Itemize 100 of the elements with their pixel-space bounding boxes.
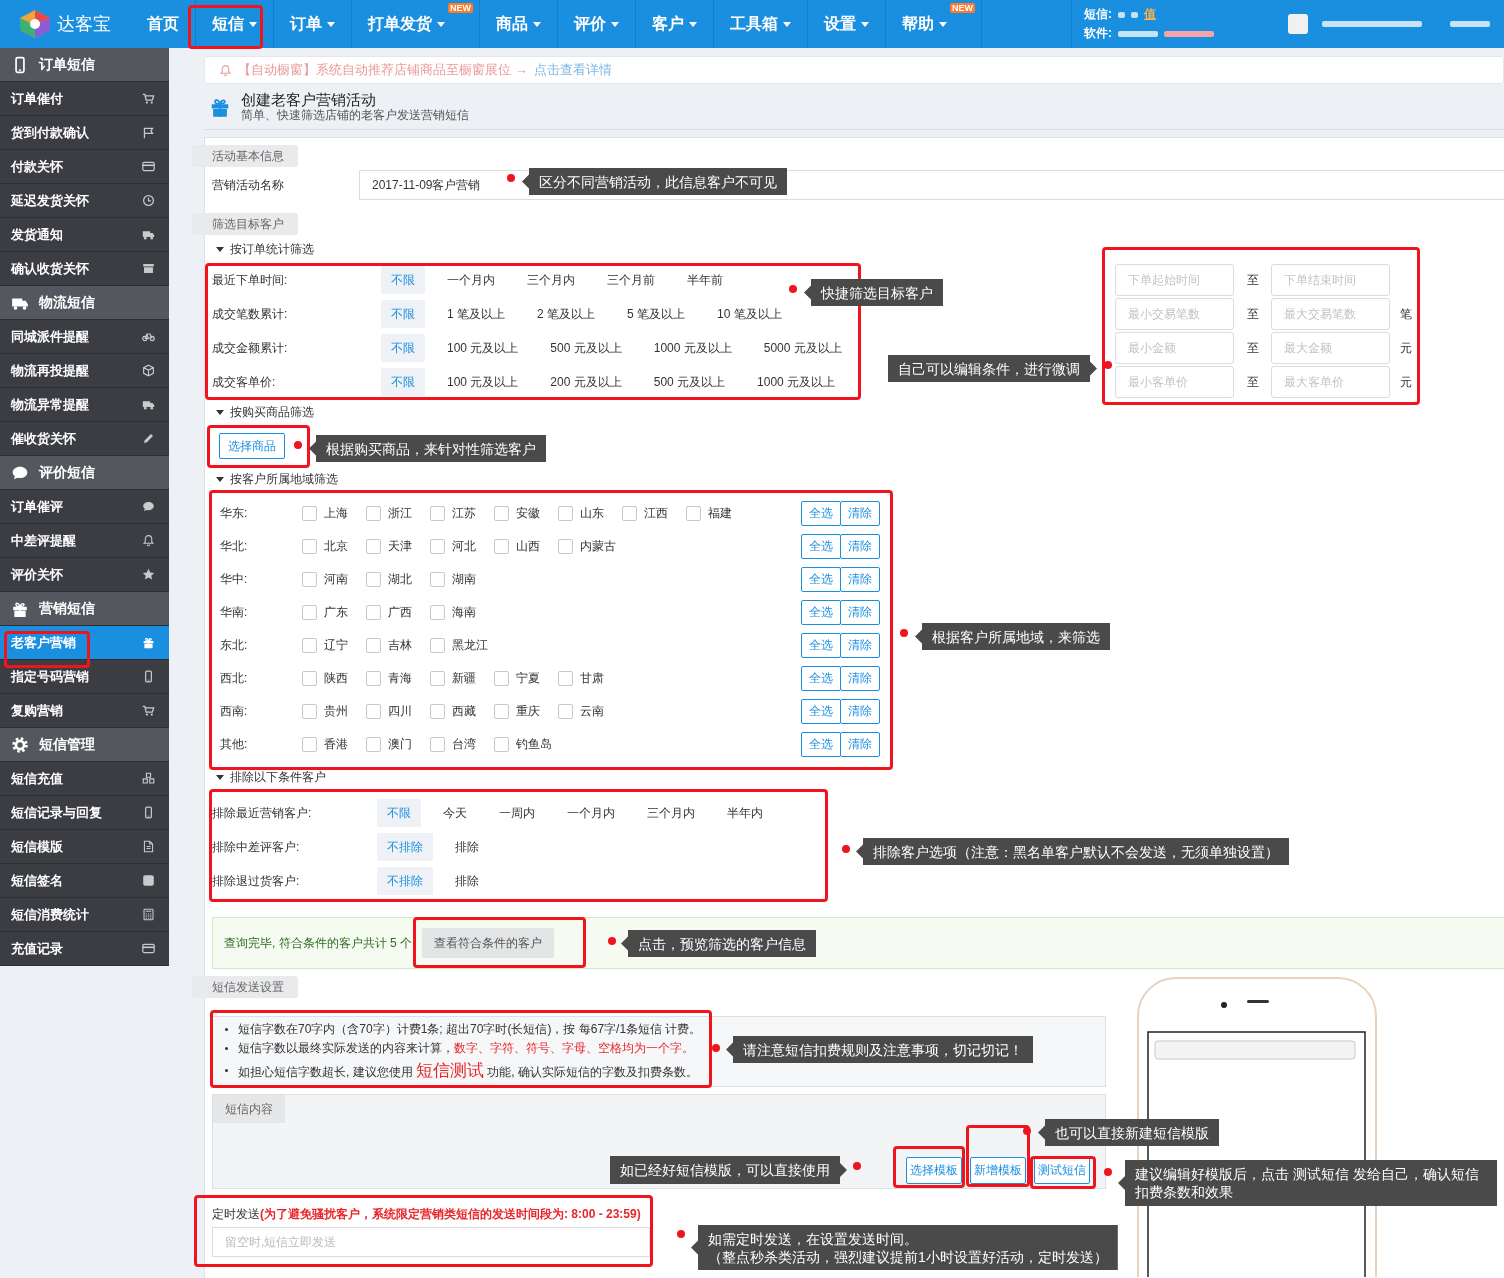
filter-option[interactable]: 200 元及以上 bbox=[540, 368, 632, 396]
checkbox[interactable] bbox=[622, 506, 637, 521]
filter-option[interactable]: 5000 元及以上 bbox=[753, 334, 852, 362]
filter-option[interactable]: 5 笔及以上 bbox=[617, 300, 696, 328]
range-field[interactable]: 最小客单价 bbox=[1115, 366, 1234, 398]
collapse-icon[interactable] bbox=[216, 409, 224, 415]
filter-option[interactable]: 排除 bbox=[445, 867, 489, 895]
checkbox[interactable] bbox=[302, 737, 317, 752]
template-button[interactable]: 选择模板 bbox=[906, 1157, 962, 1184]
sidebar-item[interactable]: 指定号码营销 bbox=[0, 660, 169, 694]
filter-option[interactable]: 排除 bbox=[445, 833, 489, 861]
checkbox[interactable] bbox=[558, 506, 573, 521]
select-all-button[interactable]: 全选 bbox=[801, 534, 841, 559]
collapse-icon[interactable] bbox=[216, 246, 224, 252]
checkbox[interactable] bbox=[302, 572, 317, 587]
filter-option[interactable]: 1000 元及以上 bbox=[747, 368, 846, 396]
range-field[interactable]: 最大交易笔数 bbox=[1271, 298, 1390, 330]
checkbox[interactable] bbox=[430, 704, 445, 719]
filter-option[interactable]: 100 元及以上 bbox=[437, 334, 529, 362]
checkbox[interactable] bbox=[430, 605, 445, 620]
range-field[interactable]: 最大金额 bbox=[1271, 332, 1390, 364]
checkbox[interactable] bbox=[302, 671, 317, 686]
sidebar-item[interactable]: 物流再投提醒 bbox=[0, 354, 169, 388]
sidebar-item[interactable]: 中差评提醒 bbox=[0, 524, 169, 558]
select-all-button[interactable]: 全选 bbox=[801, 567, 841, 592]
sidebar-item[interactable]: 确认收货关怀 bbox=[0, 252, 169, 286]
view-customers-button[interactable]: 查看符合条件的客户 bbox=[422, 928, 554, 958]
filter-option[interactable]: 一周内 bbox=[489, 799, 545, 827]
sidebar-item[interactable]: 发货通知 bbox=[0, 218, 169, 252]
checkbox[interactable] bbox=[430, 737, 445, 752]
filter-option[interactable]: 500 元及以上 bbox=[540, 334, 632, 362]
clear-button[interactable]: 清除 bbox=[840, 534, 880, 559]
checkbox[interactable] bbox=[302, 506, 317, 521]
filter-option[interactable]: 一个月内 bbox=[437, 266, 505, 294]
select-all-button[interactable]: 全选 bbox=[801, 666, 841, 691]
filter-option[interactable]: 100 元及以上 bbox=[437, 368, 529, 396]
sidebar-item[interactable]: 货到付款确认 bbox=[0, 116, 169, 150]
checkbox[interactable] bbox=[558, 671, 573, 686]
checkbox[interactable] bbox=[302, 539, 317, 554]
filter-option[interactable]: 1 笔及以上 bbox=[437, 300, 515, 328]
select-all-button[interactable]: 全选 bbox=[801, 633, 841, 658]
schedule-time-field[interactable]: 留空时,短信立即发送 bbox=[212, 1227, 650, 1257]
checkbox[interactable] bbox=[430, 671, 445, 686]
sidebar-item[interactable]: 物流异常提醒 bbox=[0, 388, 169, 422]
checkbox[interactable] bbox=[430, 638, 445, 653]
checkbox[interactable] bbox=[302, 605, 317, 620]
sidebar-item[interactable]: 付款关怀 bbox=[0, 150, 169, 184]
sidebar-item[interactable]: 充值记录 bbox=[0, 932, 169, 966]
filter-option[interactable]: 1000 元及以上 bbox=[643, 334, 742, 362]
checkbox[interactable] bbox=[494, 737, 509, 752]
checkbox[interactable] bbox=[494, 704, 509, 719]
sidebar-item[interactable]: 短信模版 bbox=[0, 830, 169, 864]
clear-button[interactable]: 清除 bbox=[840, 732, 880, 757]
select-all-button[interactable]: 全选 bbox=[801, 501, 841, 526]
template-button[interactable]: 新增模板 bbox=[970, 1157, 1026, 1184]
filter-option[interactable]: 三个月内 bbox=[637, 799, 705, 827]
checkbox[interactable] bbox=[366, 539, 381, 554]
sidebar-item[interactable]: 短信签名 bbox=[0, 864, 169, 898]
sidebar-item[interactable]: 短信消费统计 bbox=[0, 898, 169, 932]
clear-button[interactable]: 清除 bbox=[840, 600, 880, 625]
checkbox[interactable] bbox=[686, 506, 701, 521]
checkbox[interactable] bbox=[558, 704, 573, 719]
select-products-button[interactable]: 选择商品 bbox=[219, 433, 285, 459]
checkbox[interactable] bbox=[494, 671, 509, 686]
clear-button[interactable]: 清除 bbox=[840, 699, 880, 724]
clear-button[interactable]: 清除 bbox=[840, 501, 880, 526]
range-field[interactable]: 最小金额 bbox=[1115, 332, 1234, 364]
sidebar-item[interactable]: 复购营销 bbox=[0, 694, 169, 728]
checkbox[interactable] bbox=[558, 539, 573, 554]
sidebar-item[interactable]: 订单催付 bbox=[0, 82, 169, 116]
checkbox[interactable] bbox=[366, 605, 381, 620]
clear-button[interactable]: 清除 bbox=[840, 567, 880, 592]
collapse-icon[interactable] bbox=[216, 774, 224, 780]
checkbox[interactable] bbox=[430, 572, 445, 587]
checkbox[interactable] bbox=[430, 506, 445, 521]
range-field[interactable]: 最小交易笔数 bbox=[1115, 298, 1234, 330]
checkbox[interactable] bbox=[366, 638, 381, 653]
sidebar-item[interactable]: 短信充值 bbox=[0, 762, 169, 796]
filter-option[interactable]: 三个月内 bbox=[517, 266, 585, 294]
sidebar-item[interactable]: 催收货关怀 bbox=[0, 422, 169, 456]
collapse-icon[interactable] bbox=[216, 476, 224, 482]
checkbox[interactable] bbox=[430, 539, 445, 554]
select-all-button[interactable]: 全选 bbox=[801, 732, 841, 757]
checkbox[interactable] bbox=[366, 671, 381, 686]
select-all-button[interactable]: 全选 bbox=[801, 699, 841, 724]
checkbox[interactable] bbox=[494, 539, 509, 554]
checkbox[interactable] bbox=[302, 704, 317, 719]
checkbox[interactable] bbox=[302, 638, 317, 653]
template-button[interactable]: 测试短信 bbox=[1034, 1157, 1090, 1184]
filter-option[interactable]: 半年前 bbox=[677, 266, 733, 294]
sidebar-item[interactable]: 评价关怀 bbox=[0, 558, 169, 592]
sidebar-item[interactable]: 订单催评 bbox=[0, 490, 169, 524]
filter-option[interactable]: 2 笔及以上 bbox=[527, 300, 606, 328]
filter-option[interactable]: 半年内 bbox=[717, 799, 773, 827]
checkbox[interactable] bbox=[494, 506, 509, 521]
sidebar-item[interactable]: 延迟发货关怀 bbox=[0, 184, 169, 218]
checkbox[interactable] bbox=[366, 704, 381, 719]
avatar[interactable] bbox=[1288, 14, 1308, 34]
clear-button[interactable]: 清除 bbox=[840, 633, 880, 658]
select-all-button[interactable]: 全选 bbox=[801, 600, 841, 625]
